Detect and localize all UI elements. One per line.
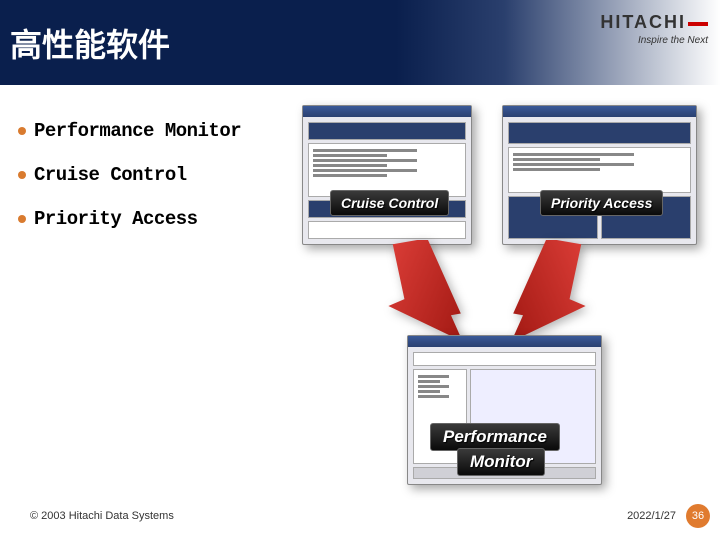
bullet-label: Cruise Control (34, 164, 187, 186)
screenshots-area: Cruise Control Priority Access (302, 105, 707, 485)
badge-cruise-control: Cruise Control (330, 190, 449, 216)
titlebar (303, 106, 471, 117)
panel (508, 147, 691, 193)
slide-title: 高性能软件 (10, 20, 170, 66)
bullet-icon (18, 171, 26, 179)
screenshot-cruise-control (302, 105, 472, 245)
badge-priority-access: Priority Access (540, 190, 663, 216)
bullet-list: Performance Monitor Cruise Control Prior… (18, 120, 241, 252)
copyright: © 2003 Hitachi Data Systems (30, 510, 174, 522)
panel (308, 143, 466, 197)
slide-footer: © 2003 Hitachi Data Systems 2022/1/27 36 (0, 504, 720, 528)
logo-block: HITACHI Inspire the Next (600, 12, 708, 46)
titlebar (503, 106, 696, 117)
slide-header: 高性能软件 HITACHI Inspire the Next (0, 0, 720, 85)
footer-right: 2022/1/27 36 (627, 504, 710, 528)
bullet-label: Performance Monitor (34, 120, 241, 142)
panel (508, 122, 691, 144)
titlebar (408, 336, 601, 347)
badge-perf-monitor-2: Monitor (457, 448, 545, 476)
page-number: 36 (686, 504, 710, 528)
bullet-label: Priority Access (34, 208, 198, 230)
list-item: Priority Access (18, 208, 241, 230)
logo-red-bar (688, 22, 708, 26)
window-body (503, 117, 696, 244)
badge-perf-monitor-1: Performance (430, 423, 560, 451)
panel (308, 221, 466, 239)
footer-date: 2022/1/27 (627, 510, 676, 522)
logo-tagline: Inspire the Next (600, 35, 708, 46)
list-item: Performance Monitor (18, 120, 241, 142)
panel (308, 122, 466, 140)
window-body (303, 117, 471, 244)
bullet-icon (18, 127, 26, 135)
bullet-icon (18, 215, 26, 223)
screenshot-priority-access (502, 105, 697, 245)
list-item: Cruise Control (18, 164, 241, 186)
logo-main: HITACHI (600, 12, 686, 32)
panel (413, 352, 596, 366)
logo-text: HITACHI (600, 12, 708, 33)
